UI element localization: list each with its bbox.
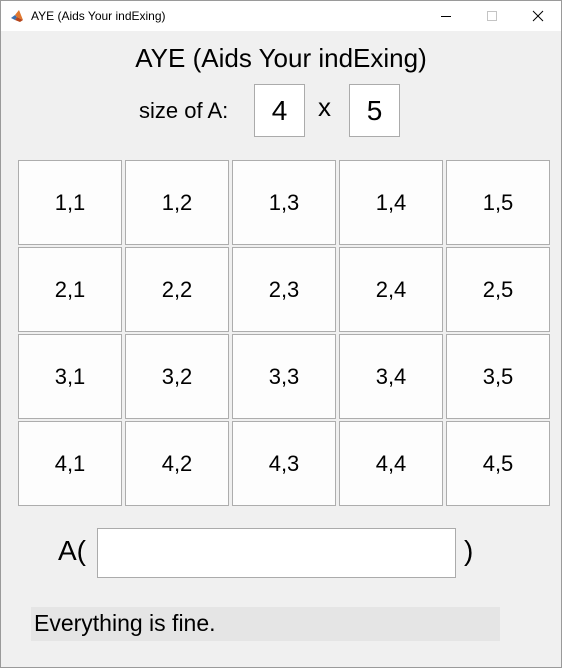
cell-button[interactable]: 4,4 bbox=[339, 421, 443, 506]
cell-button[interactable]: 4,5 bbox=[446, 421, 550, 506]
close-button[interactable] bbox=[515, 1, 561, 31]
status-text: Everything is fine. bbox=[31, 607, 500, 641]
cell-button[interactable]: 1,1 bbox=[18, 160, 122, 245]
app-window: AYE (Aids Your indExing) AYE (Aids Your … bbox=[0, 0, 562, 668]
index-grid: 1,1 1,2 1,3 1,4 1,5 2,1 2,2 2,3 2,4 2,5 … bbox=[18, 160, 550, 506]
maximize-icon bbox=[487, 11, 497, 21]
cell-button[interactable]: 4,3 bbox=[232, 421, 336, 506]
cell-button[interactable]: 3,4 bbox=[339, 334, 443, 419]
title-bar[interactable]: AYE (Aids Your indExing) bbox=[1, 1, 561, 32]
matlab-icon bbox=[10, 9, 24, 23]
index-suffix: ) bbox=[464, 535, 474, 566]
cell-button[interactable]: 1,3 bbox=[232, 160, 336, 245]
cell-button[interactable]: 1,4 bbox=[339, 160, 443, 245]
cell-button[interactable]: 3,3 bbox=[232, 334, 336, 419]
cell-button[interactable]: 3,2 bbox=[125, 334, 229, 419]
cell-button[interactable]: 2,2 bbox=[125, 247, 229, 332]
cols-field[interactable]: 5 bbox=[349, 84, 400, 137]
cell-button[interactable]: 3,5 bbox=[446, 334, 550, 419]
cell-button[interactable]: 2,4 bbox=[339, 247, 443, 332]
times-sign: x bbox=[318, 92, 331, 122]
app-heading: AYE (Aids Your indExing) bbox=[135, 43, 427, 73]
index-input[interactable] bbox=[97, 528, 456, 578]
cell-button[interactable]: 2,3 bbox=[232, 247, 336, 332]
cell-button[interactable]: 4,2 bbox=[125, 421, 229, 506]
maximize-button[interactable] bbox=[469, 1, 515, 31]
size-label: size of A: bbox=[139, 98, 229, 123]
rows-field[interactable]: 4 bbox=[254, 84, 305, 137]
minimize-icon bbox=[441, 16, 451, 17]
cell-button[interactable]: 3,1 bbox=[18, 334, 122, 419]
cell-button[interactable]: 4,1 bbox=[18, 421, 122, 506]
index-prefix: A( bbox=[58, 535, 86, 566]
window-title: AYE (Aids Your indExing) bbox=[31, 9, 166, 23]
cell-button[interactable]: 1,5 bbox=[446, 160, 550, 245]
cell-button[interactable]: 2,5 bbox=[446, 247, 550, 332]
cell-button[interactable]: 2,1 bbox=[18, 247, 122, 332]
minimize-button[interactable] bbox=[423, 1, 469, 31]
cell-button[interactable]: 1,2 bbox=[125, 160, 229, 245]
close-icon bbox=[532, 10, 544, 22]
